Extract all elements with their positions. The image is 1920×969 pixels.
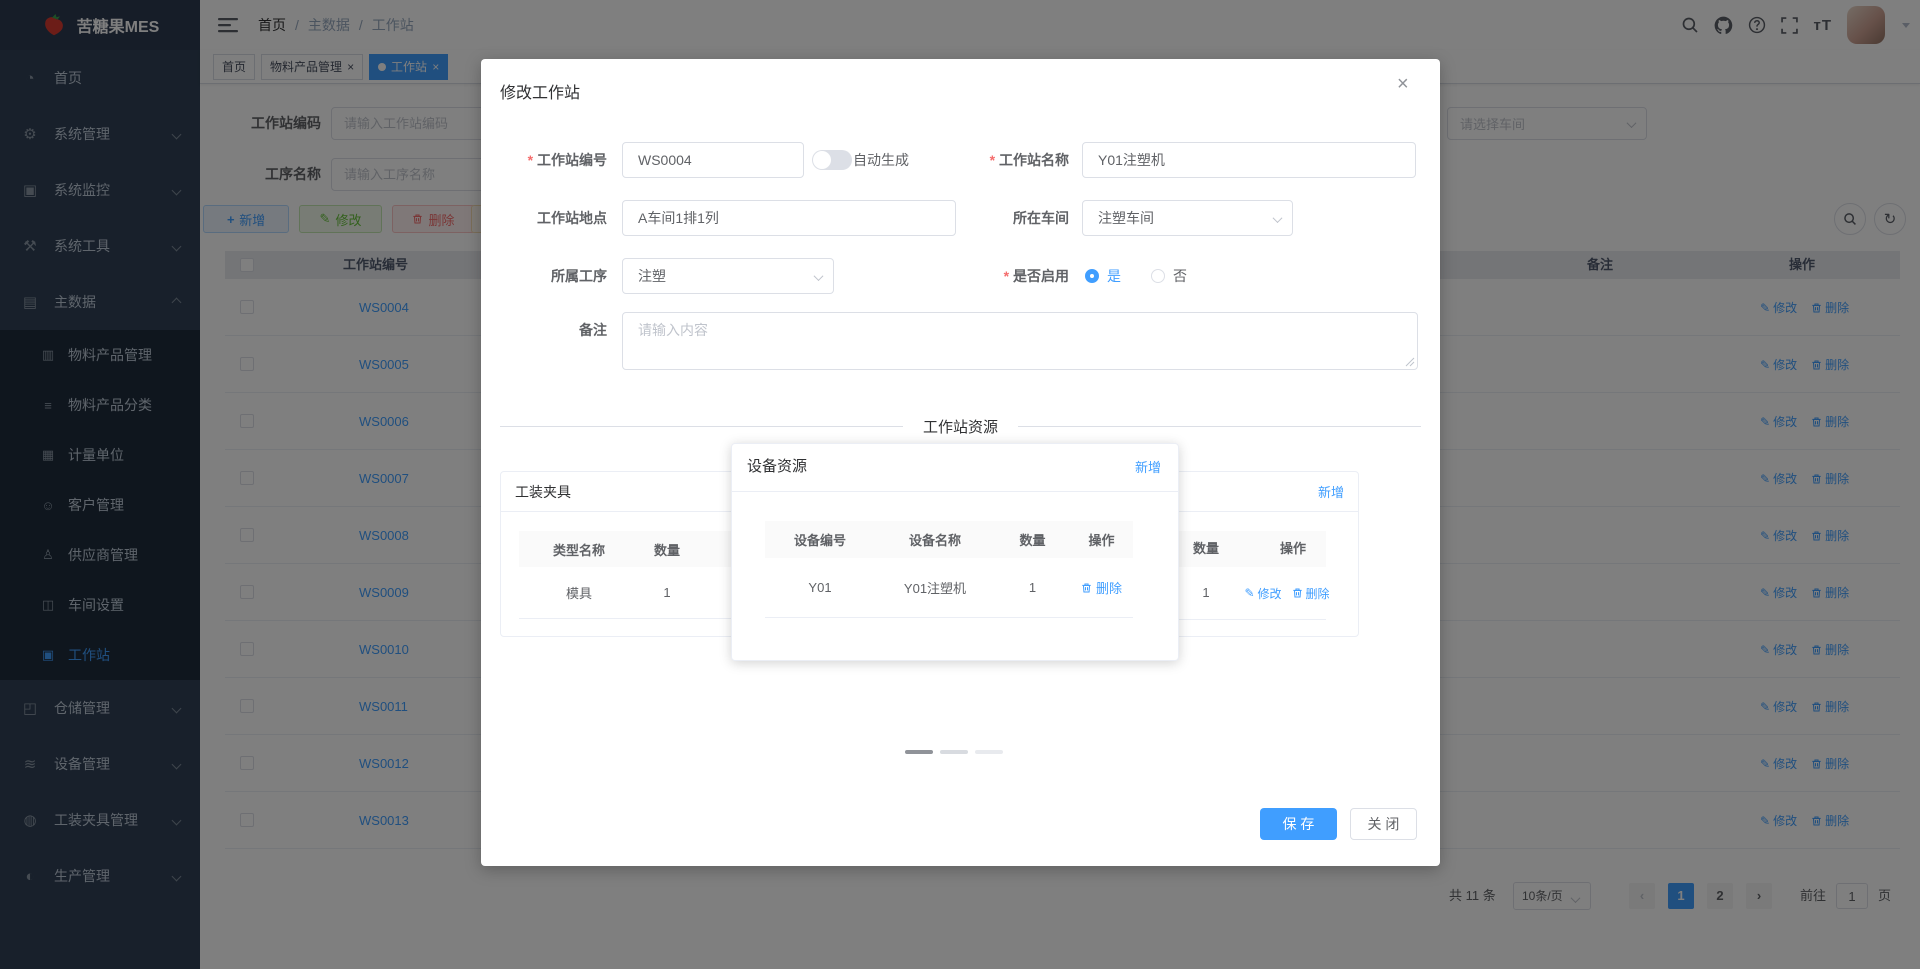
enabled-radio-group: 是 否 xyxy=(1085,258,1187,294)
auto-generate-toggle[interactable] xyxy=(812,150,852,170)
code-input[interactable] xyxy=(622,142,804,178)
name-label: 工作站名称 xyxy=(917,142,1077,178)
chevron-down-icon xyxy=(1272,213,1283,224)
section-title: 工作站资源 xyxy=(923,419,999,436)
device-resource-popup: 设备资源 新增 设备编号 设备名称 数量 操作 Y01 Y01注塑机 1 删除 xyxy=(731,443,1179,661)
name-input[interactable] xyxy=(1082,142,1416,178)
dialog-title: 修改工作站 xyxy=(500,85,581,102)
workshop-select[interactable]: 注塑车间 xyxy=(1082,200,1293,236)
save-button[interactable]: 保 存 xyxy=(1260,808,1337,840)
right-row-delete-link[interactable]: 删除 xyxy=(1292,585,1330,602)
enabled-label: 是否启用 xyxy=(917,258,1077,294)
device-popup-title: 设备资源 xyxy=(747,458,808,475)
trash-icon xyxy=(1081,582,1092,594)
right-col-action: 操作 xyxy=(1279,541,1306,556)
radio-no-label: 否 xyxy=(1173,268,1187,284)
fixture-panel-title: 工装夹具 xyxy=(515,483,571,500)
trash-icon xyxy=(1292,587,1303,599)
workshop-label: 所在车间 xyxy=(1013,210,1069,226)
close-button[interactable]: 关 闭 xyxy=(1350,808,1417,840)
remark-label: 备注 xyxy=(579,322,607,338)
carousel-indicator-3[interactable] xyxy=(975,750,1003,754)
edit-workstation-dialog: 修改工作站 × 工作站编号 自动生成 工作站名称 工作站地点 所在车间 注塑车间… xyxy=(481,59,1440,866)
remark-textarea[interactable]: 请输入内容 xyxy=(622,312,1418,370)
carousel-indicator-2[interactable] xyxy=(940,750,968,754)
code-label: 工作站编号 xyxy=(481,142,617,178)
process-select[interactable]: 注塑 xyxy=(622,258,834,294)
right-row-edit-link[interactable]: 修改 xyxy=(1244,585,1282,602)
device-table-header: 设备编号 设备名称 数量 操作 xyxy=(765,521,1133,558)
device-delete-link[interactable]: 删除 xyxy=(1070,578,1133,597)
process-label: 所属工序 xyxy=(551,268,607,284)
close-icon[interactable]: × xyxy=(1397,73,1409,96)
radio-yes[interactable] xyxy=(1085,269,1099,283)
carousel-indicator-1[interactable] xyxy=(905,750,933,754)
radio-no[interactable] xyxy=(1151,269,1165,283)
resize-handle[interactable] xyxy=(1405,357,1415,367)
edit-icon xyxy=(1244,586,1254,600)
right-panel-add-link[interactable]: 新增 xyxy=(1318,482,1344,501)
chevron-down-icon xyxy=(813,271,824,282)
auto-generate-label: 自动生成 xyxy=(853,152,909,168)
section-divider: 工作站资源 xyxy=(500,416,1422,437)
device-add-link[interactable]: 新增 xyxy=(1135,457,1161,476)
location-label: 工作站地点 xyxy=(537,210,607,226)
device-table-row: Y01 Y01注塑机 1 删除 xyxy=(765,558,1133,618)
location-input[interactable] xyxy=(622,200,956,236)
radio-yes-label: 是 xyxy=(1107,268,1121,284)
